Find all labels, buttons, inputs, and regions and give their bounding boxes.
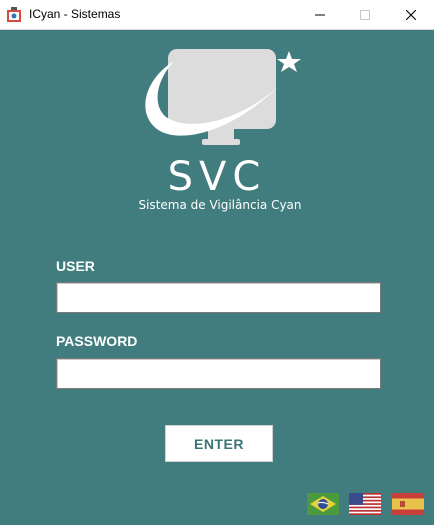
maximize-button[interactable]	[342, 0, 388, 30]
user-input[interactable]	[56, 282, 381, 313]
usa-flag-icon[interactable]	[349, 493, 381, 515]
user-label: USER	[56, 258, 95, 274]
password-label: PASSWORD	[56, 333, 138, 349]
minimize-icon	[315, 14, 325, 16]
brazil-flag-icon[interactable]	[307, 493, 339, 515]
login-panel: SVC Sistema de Vigilância Cyan USER PASS…	[0, 30, 434, 525]
maximize-icon	[360, 10, 370, 20]
brand-subtitle: Sistema de Vigilância Cyan	[138, 198, 302, 212]
close-button[interactable]	[388, 0, 434, 30]
spain-flag-icon[interactable]	[392, 493, 424, 515]
close-icon	[406, 10, 416, 20]
minimize-button[interactable]	[297, 0, 343, 30]
window-titlebar: ICyan - Sistemas	[0, 0, 434, 30]
monitor-swoosh-star-icon	[145, 49, 301, 145]
brand-name: SVC	[167, 154, 267, 200]
window-title: ICyan - Sistemas	[29, 7, 121, 21]
password-input[interactable]	[56, 358, 381, 389]
enter-button[interactable]: ENTER	[165, 425, 273, 462]
app-icon[interactable]	[6, 7, 22, 23]
